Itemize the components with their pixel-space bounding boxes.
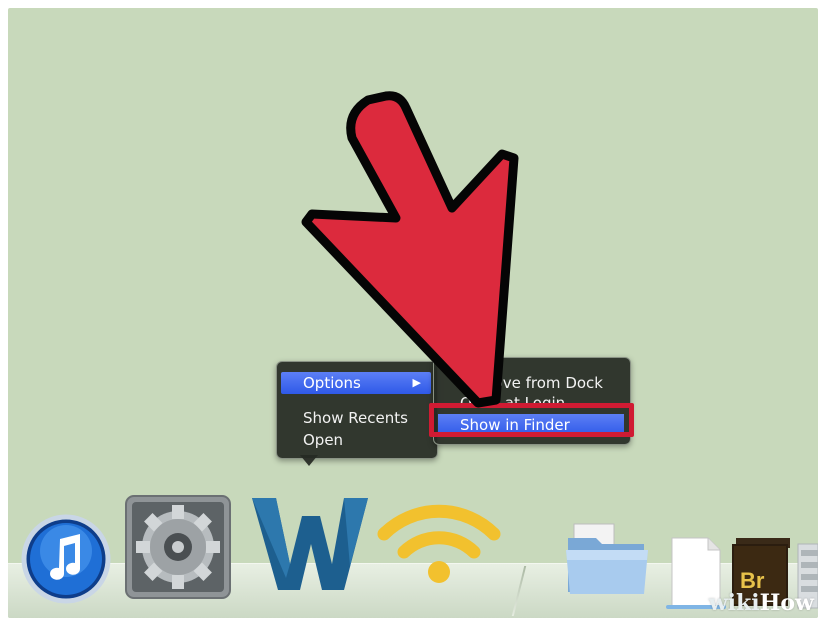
watermark-wiki: wiki: [708, 590, 760, 616]
wikihow-watermark: wikiHow: [709, 590, 814, 616]
desktop-background: Br Options ▶ Show Recents Open Remove fr…: [8, 8, 818, 618]
red-arrow-icon: [301, 91, 519, 408]
watermark-how: How: [759, 590, 814, 616]
